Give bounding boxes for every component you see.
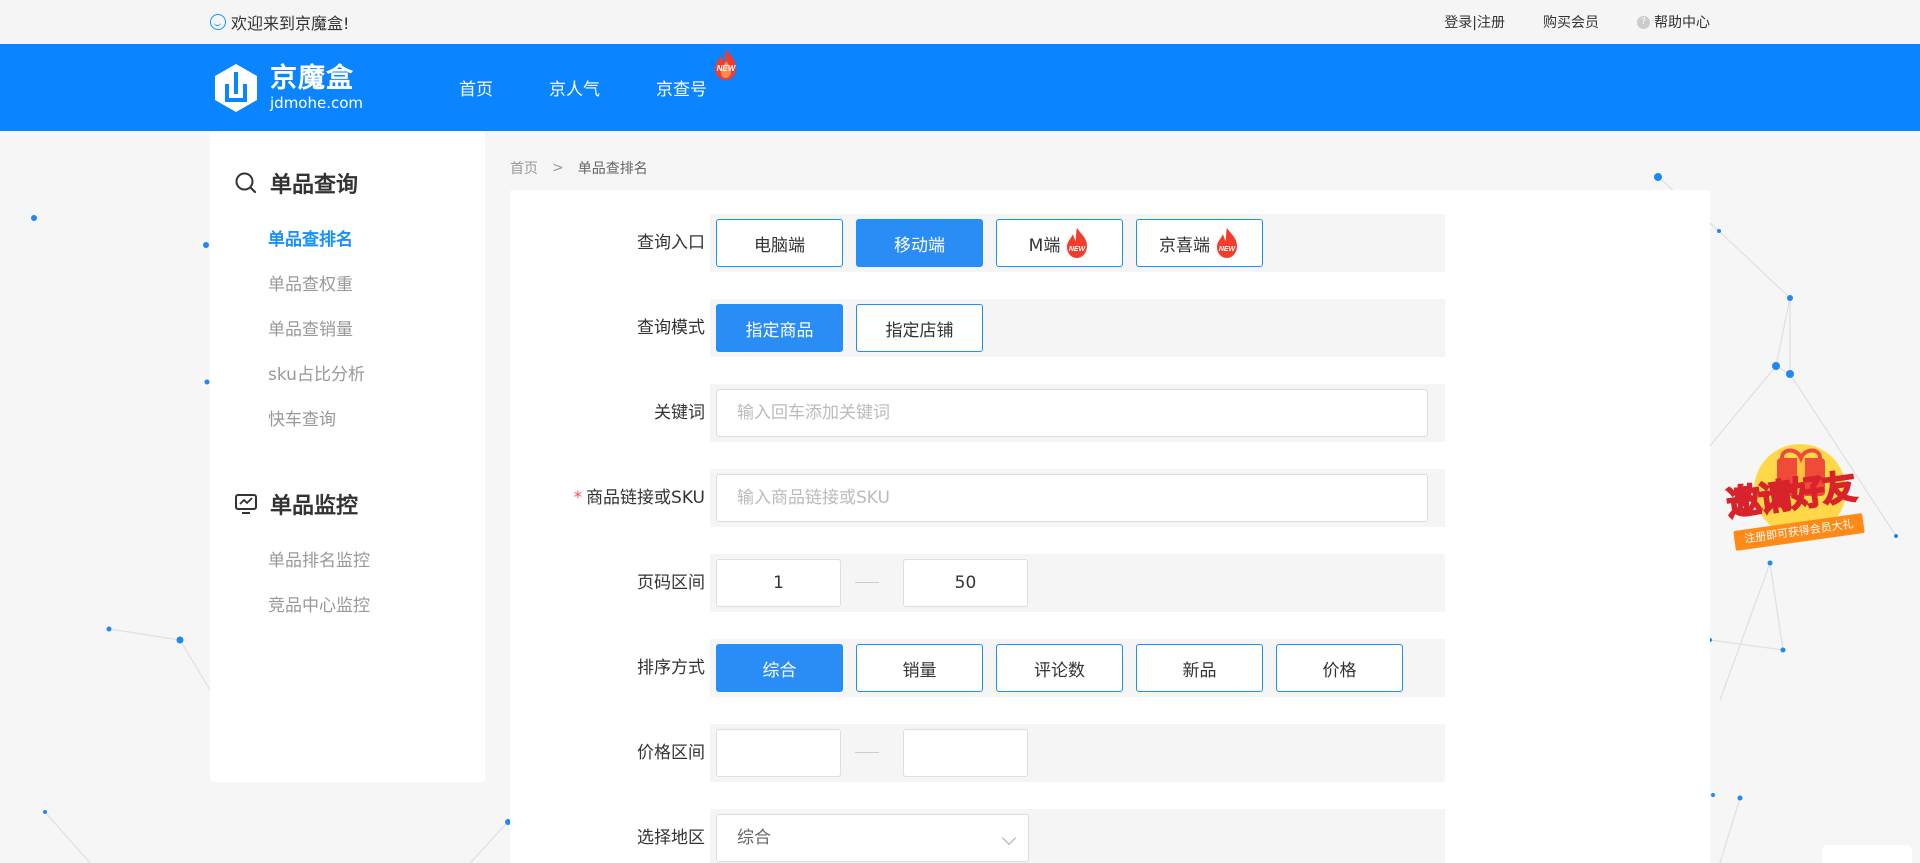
new-flame-icon: NEW <box>1217 228 1237 258</box>
page-range-row: 页码区间 <box>637 554 1445 612</box>
sku-input[interactable] <box>716 474 1428 522</box>
invite-friends-badge[interactable]: 邀请好友 注册即可获得会员大礼 <box>1722 440 1872 560</box>
nav-jingchahao[interactable]: 京查号 NEW <box>656 49 737 100</box>
monitor-icon <box>235 494 257 514</box>
region-selected-value: 综合 <box>737 828 771 848</box>
sidebar-item-rank-query[interactable]: 单品查排名 <box>268 225 353 250</box>
required-mark: * <box>573 488 583 508</box>
entry-m-label: M端 <box>1028 235 1061 256</box>
entry-jingxi-button[interactable]: 京喜端 NEW <box>1136 219 1263 267</box>
mode-row: 查询模式 指定商品 指定店铺 <box>637 299 1445 357</box>
main-nav: 首页 京人气 京查号 NEW <box>459 49 763 100</box>
region-label: 选择地区 <box>637 828 705 848</box>
price-from-input[interactable] <box>716 729 841 777</box>
new-flame-icon: NEW <box>715 49 737 80</box>
entry-pc-button[interactable]: 电脑端 <box>716 219 843 267</box>
price-range-row: 价格区间 <box>637 724 1445 782</box>
mode-store-button[interactable]: 指定店铺 <box>856 304 983 352</box>
login-register-link[interactable]: 登录|注册 <box>1444 12 1505 32</box>
question-icon: ? <box>1637 15 1650 29</box>
entry-label: 查询入口 <box>637 233 705 253</box>
keyword-input[interactable] <box>716 389 1428 437</box>
sidebar-item-express-query[interactable]: 快车查询 <box>268 405 336 430</box>
sidebar-item-sales-query[interactable]: 单品查销量 <box>268 315 353 340</box>
sidebar-item-rank-monitor[interactable]: 单品排名监控 <box>268 546 370 571</box>
keyword-row: 关键词 <box>654 384 1445 442</box>
sidebar-group-title: 单品查询 <box>270 173 359 198</box>
sort-new-button[interactable]: 新品 <box>1136 644 1263 692</box>
mode-product-button[interactable]: 指定商品 <box>716 304 843 352</box>
smile-icon <box>210 14 226 30</box>
breadcrumb-home[interactable]: 首页 <box>510 158 538 178</box>
price-to-input[interactable] <box>903 729 1028 777</box>
new-badge-text: NEW <box>1069 246 1087 253</box>
chevron-down-icon <box>1001 830 1017 846</box>
sidebar-item-weight-query[interactable]: 单品查权重 <box>268 270 353 295</box>
sidebar-group-single-query: 单品查询 <box>234 167 358 199</box>
entry-m-button[interactable]: M端 NEW <box>996 219 1123 267</box>
sort-sales-button[interactable]: 销量 <box>856 644 983 692</box>
main-header: 京魔盒 jdmohe.com 首页 京人气 京查号 NEW <box>0 44 1920 131</box>
new-badge-text: NEW <box>717 64 737 73</box>
help-center-link[interactable]: ? 帮助中心 <box>1637 12 1710 32</box>
sku-label-wrap: * 商品链接或SKU <box>405 469 705 527</box>
entry-row: 查询入口 电脑端 移动端 M端 NEW 京喜端 NEW <box>637 214 1445 272</box>
logo-name: 京魔盒 <box>270 62 354 94</box>
sidebar-item-competitor-monitor[interactable]: 竞品中心监控 <box>268 591 370 616</box>
site-logo[interactable]: 京魔盒 jdmohe.com <box>210 62 363 114</box>
new-flame-icon: NEW <box>1067 228 1088 258</box>
sort-reviews-button[interactable]: 评论数 <box>996 644 1123 692</box>
mode-label: 查询模式 <box>637 318 705 338</box>
sidebar-group-title: 单品监控 <box>270 494 359 519</box>
logo-domain: jdmohe.com <box>270 93 364 112</box>
breadcrumb-current: 单品查排名 <box>577 161 648 177</box>
query-form-panel: 查询入口 电脑端 移动端 M端 NEW 京喜端 NEW 查询模式 指定商品 指定… <box>510 190 1710 863</box>
floating-corner-widget[interactable] <box>1822 845 1912 863</box>
welcome-text: 欢迎来到京魔盒! <box>231 14 350 33</box>
help-center-label: 帮助中心 <box>1654 15 1710 31</box>
top-links: 登录|注册 购买会员 ? 帮助中心 <box>1444 12 1710 32</box>
sku-label: 商品链接或SKU <box>586 488 705 508</box>
sidebar-group-single-monitor: 单品监控 <box>234 488 358 520</box>
new-badge-text: NEW <box>1219 246 1237 253</box>
page-range-label: 页码区间 <box>637 573 705 593</box>
sort-comprehensive-button[interactable]: 综合 <box>716 644 843 692</box>
sku-row: * 商品链接或SKU <box>574 469 1445 527</box>
entry-jingxi-label: 京喜端 <box>1159 235 1210 256</box>
region-select[interactable]: 综合 <box>716 814 1029 862</box>
sort-price-button[interactable]: 价格 <box>1276 644 1403 692</box>
search-icon <box>235 172 257 194</box>
page-to-input[interactable] <box>903 559 1028 607</box>
nav-jingrenqi[interactable]: 京人气 <box>549 75 600 100</box>
welcome-message: 欢迎来到京魔盒! <box>210 10 349 34</box>
page-from-input[interactable] <box>716 559 841 607</box>
sidebar-item-sku-analysis[interactable]: sku占比分析 <box>268 360 365 385</box>
nav-home[interactable]: 首页 <box>459 75 493 100</box>
sort-label: 排序方式 <box>637 658 705 678</box>
price-range-label: 价格区间 <box>637 743 705 763</box>
range-separator <box>855 582 879 583</box>
buy-member-link[interactable]: 购买会员 <box>1543 12 1599 32</box>
top-bar: 欢迎来到京魔盒! 登录|注册 购买会员 ? 帮助中心 <box>0 0 1920 44</box>
sort-row: 排序方式 综合 销量 评论数 新品 价格 <box>637 639 1445 697</box>
entry-mobile-button[interactable]: 移动端 <box>856 219 983 267</box>
logo-icon <box>215 63 257 112</box>
chevron-right-icon: > <box>552 160 564 176</box>
nav-jingchahao-label: 京查号 <box>656 80 708 100</box>
range-separator <box>855 752 879 753</box>
keyword-label: 关键词 <box>654 403 705 423</box>
region-row: 选择地区 综合 <box>637 809 1445 863</box>
breadcrumb: 首页 > 单品查排名 <box>510 158 648 178</box>
